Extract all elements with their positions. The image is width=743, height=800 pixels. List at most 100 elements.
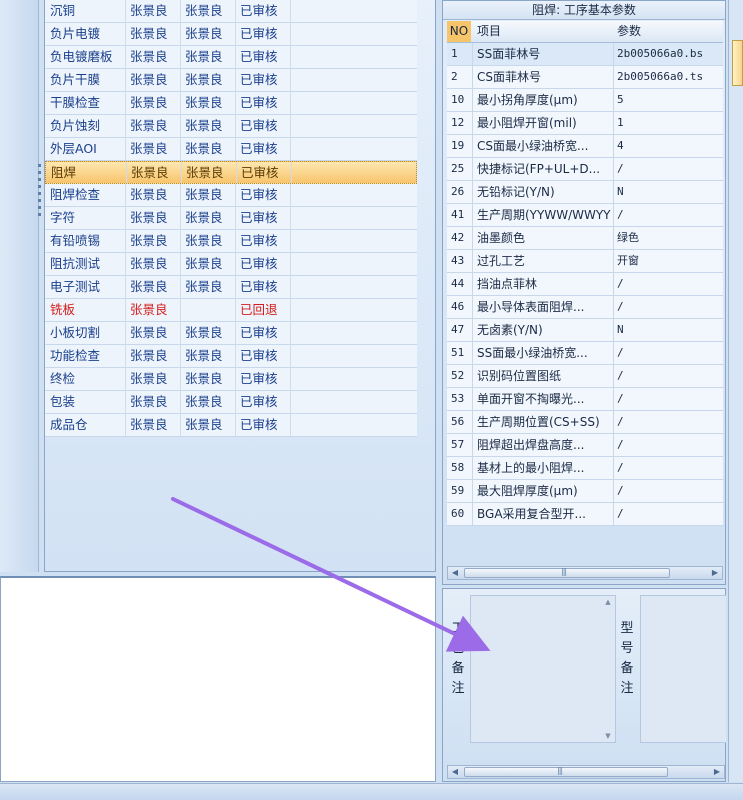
process-row[interactable]: 负片蚀刻 张景良 张景良 已审核 xyxy=(45,115,417,138)
cell-divider xyxy=(125,138,126,160)
status-cell: 已审核 xyxy=(240,256,278,271)
param-no-cell: 12 xyxy=(451,116,465,129)
process-step-cell: 字符 xyxy=(50,210,76,225)
column-header-item[interactable]: 项目 xyxy=(477,21,501,42)
param-row[interactable]: 42 油墨颜色 绿色 xyxy=(447,227,723,250)
param-row[interactable]: 46 最小导体表面阻焊... / xyxy=(447,296,723,319)
operator-cell: 张景良 xyxy=(130,141,168,156)
scroll-thumb[interactable]: ||| xyxy=(464,567,670,578)
param-row[interactable]: 57 阻焊超出焊盘高度... / xyxy=(447,434,723,457)
process-row[interactable]: 负片干膜 张景良 张景良 已审核 xyxy=(45,69,417,92)
param-item-cell: 阻焊超出焊盘高度... xyxy=(477,438,585,452)
process-row[interactable]: 阻抗测试 张景良 张景良 已审核 xyxy=(45,253,417,276)
cell-divider xyxy=(613,319,614,341)
param-grid-hscrollbar[interactable]: ◀ ||| ▶ xyxy=(447,566,723,580)
param-row[interactable]: 56 生产周期位置(CS+SS) / xyxy=(447,411,723,434)
splitter-handle[interactable] xyxy=(38,160,42,230)
cell-divider xyxy=(180,23,181,45)
status-cell: 已审核 xyxy=(240,49,278,64)
scroll-thumb[interactable]: ||| xyxy=(464,766,668,777)
param-row[interactable]: 1 SS面菲林号 2b005066a0.bs xyxy=(447,43,723,66)
param-row[interactable]: 60 BGA采用复合型开... / xyxy=(447,503,723,526)
cell-divider xyxy=(125,115,126,137)
param-row[interactable]: 10 最小拐角厚度(μm) 5 xyxy=(447,89,723,112)
param-row[interactable]: 53 单面开窗不掏曝光... / xyxy=(447,388,723,411)
process-row[interactable]: 电子测试 张景良 张景良 已审核 xyxy=(45,276,417,299)
param-no-cell: 52 xyxy=(451,369,465,382)
param-value-cell: 1 xyxy=(617,116,624,129)
remarks-hscrollbar[interactable]: ◀ ||| ▶ xyxy=(447,765,725,779)
cell-divider xyxy=(235,46,236,68)
param-row[interactable]: 2 CS面菲林号 2b005066a0.ts xyxy=(447,66,723,89)
column-header-param[interactable]: 参数 xyxy=(617,21,641,42)
process-step-cell: 电子测试 xyxy=(50,279,101,294)
cell-divider xyxy=(180,46,181,68)
process-row[interactable]: 功能检查 张景良 张景良 已审核 xyxy=(45,345,417,368)
param-item-cell: BGA采用复合型开... xyxy=(477,507,586,521)
reviewer-cell: 张景良 xyxy=(185,417,223,432)
status-cell: 已审核 xyxy=(240,394,278,409)
process-row[interactable]: 终检 张景良 张景良 已审核 xyxy=(45,368,417,391)
param-item-cell: 最小导体表面阻焊... xyxy=(477,300,585,314)
model-remark-textarea[interactable] xyxy=(640,595,726,743)
process-row[interactable]: 包装 张景良 张景良 已审核 xyxy=(45,391,417,414)
cell-divider xyxy=(180,414,181,436)
param-row[interactable]: 26 无铅标记(Y/N) N xyxy=(447,181,723,204)
scroll-right-icon[interactable]: ▶ xyxy=(710,766,724,778)
reviewer-cell: 张景良 xyxy=(185,49,223,64)
cell-divider xyxy=(291,162,292,183)
process-row[interactable]: 有铅喷锡 张景良 张景良 已审核 xyxy=(45,230,417,253)
scroll-left-icon[interactable]: ◀ xyxy=(448,766,462,778)
process-row[interactable]: 铣板 张景良 已回退 xyxy=(45,299,417,322)
scroll-up-icon[interactable]: ▲ xyxy=(603,598,613,606)
side-tab[interactable] xyxy=(732,40,743,86)
cell-divider xyxy=(236,162,237,183)
process-row[interactable]: 外层AOI 张景良 张景良 已审核 xyxy=(45,138,417,161)
param-row[interactable]: 19 CS面最小绿油桥宽... 4 xyxy=(447,135,723,158)
process-row[interactable]: 阻焊检查 张景良 张景良 已审核 xyxy=(45,184,417,207)
param-value-cell: / xyxy=(617,300,624,313)
param-item-cell: 最小拐角厚度(μm) xyxy=(477,93,578,107)
scroll-left-icon[interactable]: ◀ xyxy=(448,567,462,579)
param-no-cell: 60 xyxy=(451,507,465,520)
operator-cell: 张景良 xyxy=(131,165,169,180)
param-row[interactable]: 58 基材上的最小阻焊... / xyxy=(447,457,723,480)
param-row[interactable]: 44 挡油点菲林 / xyxy=(447,273,723,296)
param-row[interactable]: 12 最小阻焊开窗(mil) 1 xyxy=(447,112,723,135)
process-row[interactable]: 成品仓 张景良 张景良 已审核 xyxy=(45,414,417,437)
status-cell: 已审核 xyxy=(240,417,278,432)
cell-divider xyxy=(472,480,473,502)
param-no-cell: 58 xyxy=(451,461,465,474)
detail-blank-area xyxy=(0,576,436,782)
process-row[interactable]: 字符 张景良 张景良 已审核 xyxy=(45,207,417,230)
process-step-cell: 负片干膜 xyxy=(50,72,101,87)
cell-divider xyxy=(180,207,181,229)
scroll-right-icon[interactable]: ▶ xyxy=(708,567,722,579)
process-step-cell: 包装 xyxy=(50,394,76,409)
param-row[interactable]: 25 快捷标记(FP+UL+D... / xyxy=(447,158,723,181)
param-row[interactable]: 59 最大阻焊厚度(μm) / xyxy=(447,480,723,503)
cell-divider xyxy=(613,250,614,272)
cell-divider xyxy=(290,207,291,229)
process-row[interactable]: 负电镀磨板 张景良 张景良 已审核 xyxy=(45,46,417,69)
cell-divider xyxy=(235,391,236,413)
scroll-down-icon[interactable]: ▼ xyxy=(603,732,613,740)
process-row[interactable]: 沉铜 张景良 张景良 已审核 xyxy=(45,0,417,23)
process-row[interactable]: 阻焊 张景良 张景良 已审核 xyxy=(45,161,417,184)
cell-divider xyxy=(125,414,126,436)
cell-divider xyxy=(613,227,614,249)
left-navigation-panel xyxy=(0,0,39,572)
status-cell: 已审核 xyxy=(240,26,278,41)
cell-divider xyxy=(290,230,291,252)
param-row[interactable]: 43 过孔工艺 开窗 xyxy=(447,250,723,273)
param-row[interactable]: 52 识别码位置图纸 / xyxy=(447,365,723,388)
param-row[interactable]: 41 生产周期(YYWW/WWYY) / xyxy=(447,204,723,227)
param-row[interactable]: 47 无卤素(Y/N) N xyxy=(447,319,723,342)
column-header-no[interactable]: NO xyxy=(447,21,471,42)
param-row[interactable]: 51 SS面最小绿油桥宽... / xyxy=(447,342,723,365)
process-remark-textarea[interactable]: ▲ ▼ xyxy=(470,595,616,743)
cell-divider xyxy=(180,138,181,160)
process-row[interactable]: 负片电镀 张景良 张景良 已审核 xyxy=(45,23,417,46)
process-row[interactable]: 干膜检查 张景良 张景良 已审核 xyxy=(45,92,417,115)
process-row[interactable]: 小板切割 张景良 张景良 已审核 xyxy=(45,322,417,345)
